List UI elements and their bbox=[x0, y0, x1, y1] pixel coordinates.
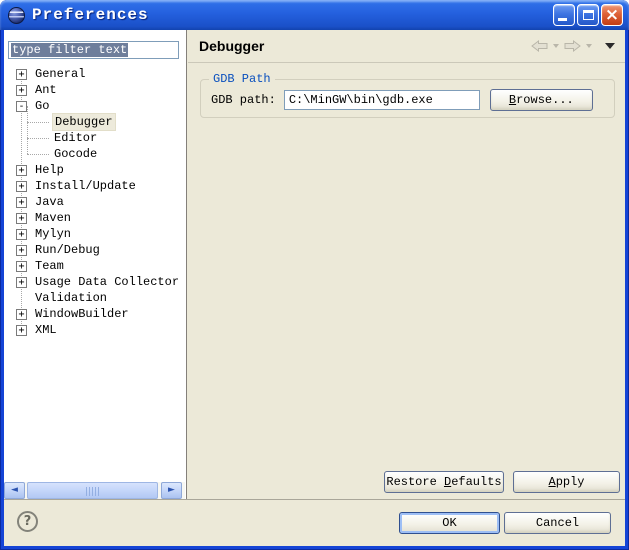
tree-item-label: Team bbox=[33, 258, 66, 274]
tree-item-label: WindowBuilder bbox=[33, 306, 131, 322]
minimize-button[interactable] bbox=[553, 4, 575, 26]
tree-item-install-update[interactable]: + Install/Update bbox=[4, 178, 185, 194]
scrollbar-thumb[interactable] bbox=[27, 482, 158, 499]
expand-icon[interactable]: + bbox=[16, 309, 27, 320]
tree-item-label: Ant bbox=[33, 82, 59, 98]
expand-icon[interactable]: + bbox=[16, 85, 27, 96]
page-header: Debugger bbox=[188, 30, 625, 63]
titlebar[interactable]: Preferences × bbox=[0, 0, 629, 30]
expand-icon[interactable]: + bbox=[16, 229, 27, 240]
tree-item-debugger[interactable]: Debugger bbox=[4, 114, 185, 130]
expand-icon[interactable]: + bbox=[16, 197, 27, 208]
gdb-path-input[interactable] bbox=[284, 90, 480, 110]
dialog-button-bar: ? OK Cancel bbox=[4, 499, 625, 546]
tree-item-label: Editor bbox=[52, 130, 99, 146]
scroll-left-icon: ◄ bbox=[11, 485, 18, 495]
restore-defaults-button[interactable]: Restore Defaults bbox=[384, 471, 504, 493]
tree-item-maven[interactable]: + Maven bbox=[4, 210, 185, 226]
forward-history-dropdown-icon[interactable] bbox=[586, 44, 592, 48]
preferences-tree: + General + Ant-GoDebuggerEditorGocode + Help… bbox=[4, 66, 185, 338]
tree-item-label: XML bbox=[33, 322, 59, 338]
browse-button[interactable]: Browse... bbox=[490, 89, 593, 111]
filter-text-value: type filter text bbox=[11, 43, 128, 57]
filter-text-input[interactable]: type filter text bbox=[8, 41, 179, 59]
tree-item-label: Run/Debug bbox=[33, 242, 102, 258]
help-button[interactable]: ? bbox=[17, 511, 38, 532]
tree-item-validation[interactable]: Validation bbox=[4, 290, 185, 306]
maximize-button[interactable] bbox=[577, 4, 599, 26]
collapse-icon[interactable]: - bbox=[16, 101, 27, 112]
tree-item-editor[interactable]: Editor bbox=[4, 130, 185, 146]
eclipse-logo-icon bbox=[8, 7, 25, 24]
tree-item-label: Go bbox=[33, 98, 51, 114]
tree-item-label: Mylyn bbox=[33, 226, 73, 242]
tree-item-label: General bbox=[33, 66, 87, 82]
tree-item-windowbuilder[interactable]: + WindowBuilder bbox=[4, 306, 185, 322]
settings-panel: Debugger GDB Path bbox=[188, 30, 625, 499]
header-nav bbox=[531, 40, 615, 52]
expand-icon[interactable]: + bbox=[16, 213, 27, 224]
maximize-icon bbox=[583, 10, 594, 20]
back-arrow-icon[interactable] bbox=[531, 40, 548, 52]
tree-item-label: Gocode bbox=[52, 146, 99, 162]
tree-item-label: Validation bbox=[33, 290, 109, 306]
scrollbar-grip-icon bbox=[86, 487, 100, 496]
scroll-left-button[interactable]: ◄ bbox=[4, 482, 25, 499]
view-menu-icon[interactable] bbox=[605, 43, 615, 49]
tree-item-help[interactable]: + Help bbox=[4, 162, 185, 178]
gdb-path-row: GDB path: Browse... bbox=[201, 86, 614, 111]
apply-button[interactable]: Apply bbox=[513, 471, 620, 493]
expand-icon[interactable]: + bbox=[16, 325, 27, 336]
main-area: type filter text +General+Ant-GoDebugger… bbox=[4, 30, 625, 499]
back-history-dropdown-icon[interactable] bbox=[553, 44, 559, 48]
tree-item-label: Install/Update bbox=[33, 178, 138, 194]
page-title: Debugger bbox=[199, 38, 264, 54]
window-controls: × bbox=[553, 4, 623, 26]
tree-item-general[interactable]: + General bbox=[4, 66, 185, 82]
tree-item-gocode[interactable]: Gocode bbox=[4, 146, 185, 162]
gdb-path-label: GDB path: bbox=[211, 93, 276, 107]
expand-icon[interactable]: + bbox=[16, 165, 27, 176]
window-title: Preferences bbox=[32, 6, 149, 24]
tree-item-label: Java bbox=[33, 194, 66, 210]
group-title: GDB Path bbox=[209, 72, 275, 86]
scroll-right-button[interactable]: ► bbox=[161, 482, 182, 499]
tree-item-label: Maven bbox=[33, 210, 73, 226]
expand-icon[interactable]: + bbox=[16, 277, 27, 288]
scroll-right-icon: ► bbox=[168, 485, 175, 495]
tree-item-ant[interactable]: + Ant bbox=[4, 82, 185, 98]
expand-icon[interactable]: + bbox=[16, 261, 27, 272]
close-button[interactable]: × bbox=[601, 4, 623, 26]
tree-item-label: Help bbox=[33, 162, 66, 178]
preferences-sidebar: type filter text + General + Ant-GoDebugger… bbox=[4, 30, 187, 499]
tree-item-xml[interactable]: + XML bbox=[4, 322, 185, 338]
preferences-window: Preferences × type filter text +General+… bbox=[0, 0, 629, 550]
tree-horizontal-scrollbar[interactable]: ◄ ► bbox=[4, 482, 185, 499]
tree-item-label: Debugger bbox=[52, 113, 116, 131]
tree-item-run-debug[interactable]: + Run/Debug bbox=[4, 242, 185, 258]
dialog-body: type filter text +General+Ant-GoDebugger… bbox=[4, 30, 625, 546]
gdb-path-group: GDB Path GDB path: Browse... bbox=[200, 72, 615, 118]
minimize-icon bbox=[558, 18, 567, 21]
tree-item-java[interactable]: + Java bbox=[4, 194, 185, 210]
tree-item-mylyn[interactable]: + Mylyn bbox=[4, 226, 185, 242]
tree-item-go[interactable]: -Go bbox=[4, 98, 185, 114]
forward-arrow-icon[interactable] bbox=[564, 40, 581, 52]
expand-icon[interactable]: + bbox=[16, 69, 27, 80]
close-icon: × bbox=[602, 5, 622, 25]
tree-children-go: DebuggerEditorGocode bbox=[4, 114, 185, 162]
tree-item-usage-data-collector[interactable]: + Usage Data Collector bbox=[4, 274, 185, 290]
expand-icon[interactable]: + bbox=[16, 245, 27, 256]
help-icon: ? bbox=[24, 514, 32, 529]
cancel-button[interactable]: Cancel bbox=[504, 512, 611, 534]
tree-item-team[interactable]: + Team bbox=[4, 258, 185, 274]
expand-icon[interactable]: + bbox=[16, 181, 27, 192]
ok-button[interactable]: OK bbox=[399, 512, 500, 534]
tree-item-label: Usage Data Collector bbox=[33, 274, 181, 290]
